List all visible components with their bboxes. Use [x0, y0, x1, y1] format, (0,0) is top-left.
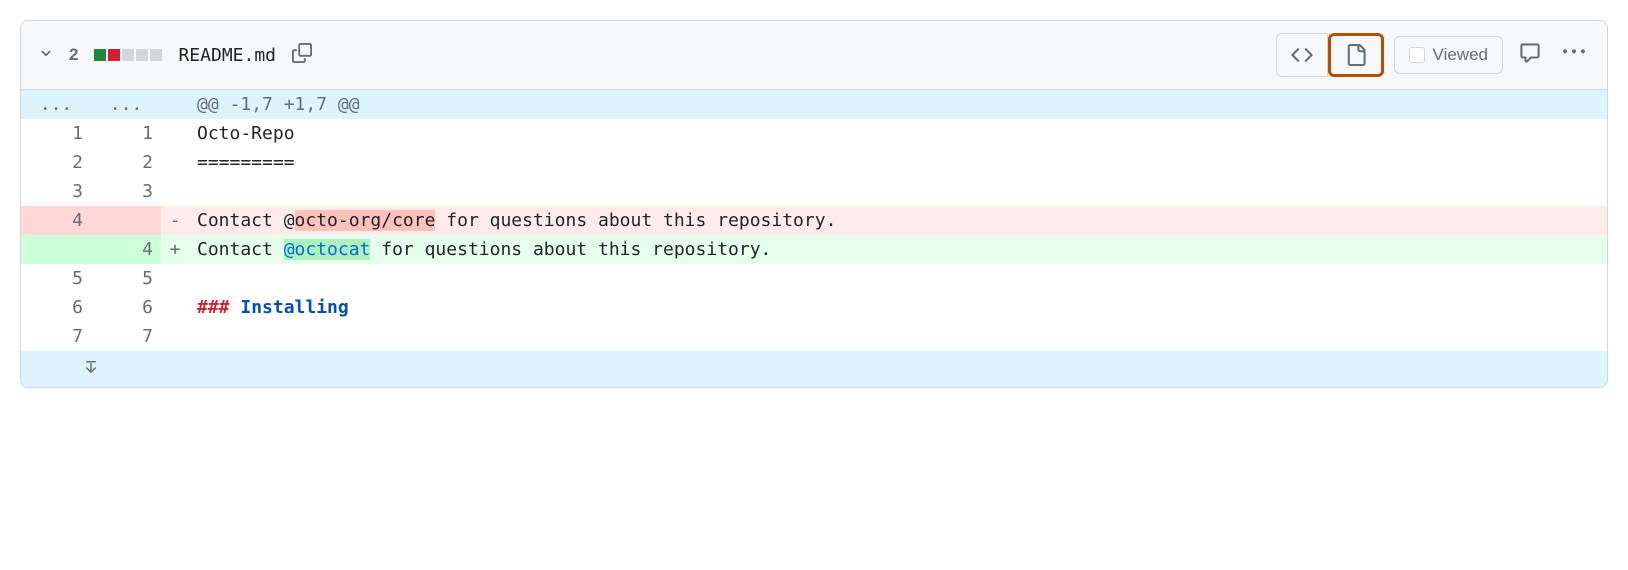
diff-line-context[interactable]: 11 Octo-Repo — [21, 119, 1607, 148]
viewed-label: Viewed — [1433, 45, 1488, 65]
view-toggle-group — [1276, 33, 1384, 77]
file-name[interactable]: README.md — [178, 45, 276, 66]
source-diff-button[interactable] — [1276, 33, 1328, 77]
diff-marker — [161, 177, 189, 206]
new-line-number[interactable]: 1 — [91, 119, 161, 148]
diff-marker: + — [161, 235, 189, 264]
file-header-right: Viewed — [1276, 33, 1591, 77]
old-line-number[interactable]: 1 — [21, 119, 91, 148]
diff-marker — [161, 293, 189, 322]
file-icon — [1345, 44, 1367, 66]
code-content[interactable] — [189, 322, 1607, 351]
code-content[interactable]: Contact @octocat for questions about thi… — [189, 235, 1607, 264]
diffstat-neutral — [122, 49, 134, 61]
expand-code — [189, 351, 1607, 387]
file-header: 2 README.md — [21, 21, 1607, 90]
diff-line-add[interactable]: 4+Contact @octocat for questions about t… — [21, 235, 1607, 264]
old-line-number[interactable]: 2 — [21, 148, 91, 177]
viewed-checkbox — [1409, 47, 1425, 63]
diff-line-context[interactable]: 77 — [21, 322, 1607, 351]
copy-path-icon[interactable] — [292, 43, 312, 68]
diff-table: ...... @@ -1,7 +1,7 @@ 11 Octo-Repo 22 ======… — [21, 90, 1607, 387]
expand-cell[interactable]: ... — [21, 90, 91, 119]
diff-marker — [161, 119, 189, 148]
new-line-number[interactable] — [91, 206, 161, 235]
old-line-number[interactable]: 3 — [21, 177, 91, 206]
old-line-number[interactable] — [21, 235, 91, 264]
diff-file-container: 2 README.md — [20, 20, 1608, 388]
diff-line-heading[interactable]: 66 ### Installing — [21, 293, 1607, 322]
code-content[interactable]: Octo-Repo — [189, 119, 1607, 148]
diff-stat-bar — [94, 49, 162, 61]
code-content[interactable]: Contact @octo-org/core for questions abo… — [189, 206, 1607, 235]
diffstat-added — [94, 49, 106, 61]
new-line-number[interactable]: 3 — [91, 177, 161, 206]
expand-down-icon[interactable] — [21, 351, 161, 387]
old-line-number[interactable]: 6 — [21, 293, 91, 322]
diff-marker — [161, 148, 189, 177]
diff-line-context[interactable]: 22 ========= — [21, 148, 1607, 177]
diff-marker — [161, 264, 189, 293]
code-content[interactable] — [189, 264, 1607, 293]
diff-line-context[interactable]: 33 — [21, 177, 1607, 206]
new-line-number[interactable]: 5 — [91, 264, 161, 293]
diffstat-neutral — [150, 49, 162, 61]
hunk-header-text: @@ -1,7 +1,7 @@ — [189, 90, 1607, 119]
diff-line-del[interactable]: 4 -Contact @octo-org/core for questions a… — [21, 206, 1607, 235]
rich-diff-button[interactable] — [1328, 33, 1384, 77]
hunk-header-row: ...... @@ -1,7 +1,7 @@ — [21, 90, 1607, 119]
new-line-number[interactable]: 2 — [91, 148, 161, 177]
changes-count[interactable]: 2 — [69, 45, 78, 65]
old-line-number[interactable]: 7 — [21, 322, 91, 351]
code-icon — [1291, 44, 1313, 66]
code-content[interactable]: ### Installing — [189, 293, 1607, 322]
hunk-marker — [161, 90, 189, 119]
diffstat-deleted — [108, 49, 120, 61]
comment-icon[interactable] — [1513, 36, 1547, 75]
old-line-number[interactable]: 5 — [21, 264, 91, 293]
viewed-toggle[interactable]: Viewed — [1394, 36, 1503, 74]
new-line-number[interactable]: 7 — [91, 322, 161, 351]
collapse-chevron-icon[interactable] — [37, 44, 55, 67]
diff-marker — [161, 322, 189, 351]
code-content[interactable] — [189, 177, 1607, 206]
more-actions-icon[interactable] — [1557, 35, 1591, 75]
code-content[interactable]: ========= — [189, 148, 1607, 177]
expand-marker — [161, 351, 189, 387]
expand-cell[interactable]: ... — [91, 90, 161, 119]
new-line-number[interactable]: 4 — [91, 235, 161, 264]
diffstat-neutral — [136, 49, 148, 61]
diff-marker: - — [161, 206, 189, 235]
old-line-number[interactable]: 4 — [21, 206, 91, 235]
file-header-left: 2 README.md — [37, 43, 312, 68]
diff-line-context[interactable]: 55 — [21, 264, 1607, 293]
expand-down-row — [21, 351, 1607, 387]
new-line-number[interactable]: 6 — [91, 293, 161, 322]
